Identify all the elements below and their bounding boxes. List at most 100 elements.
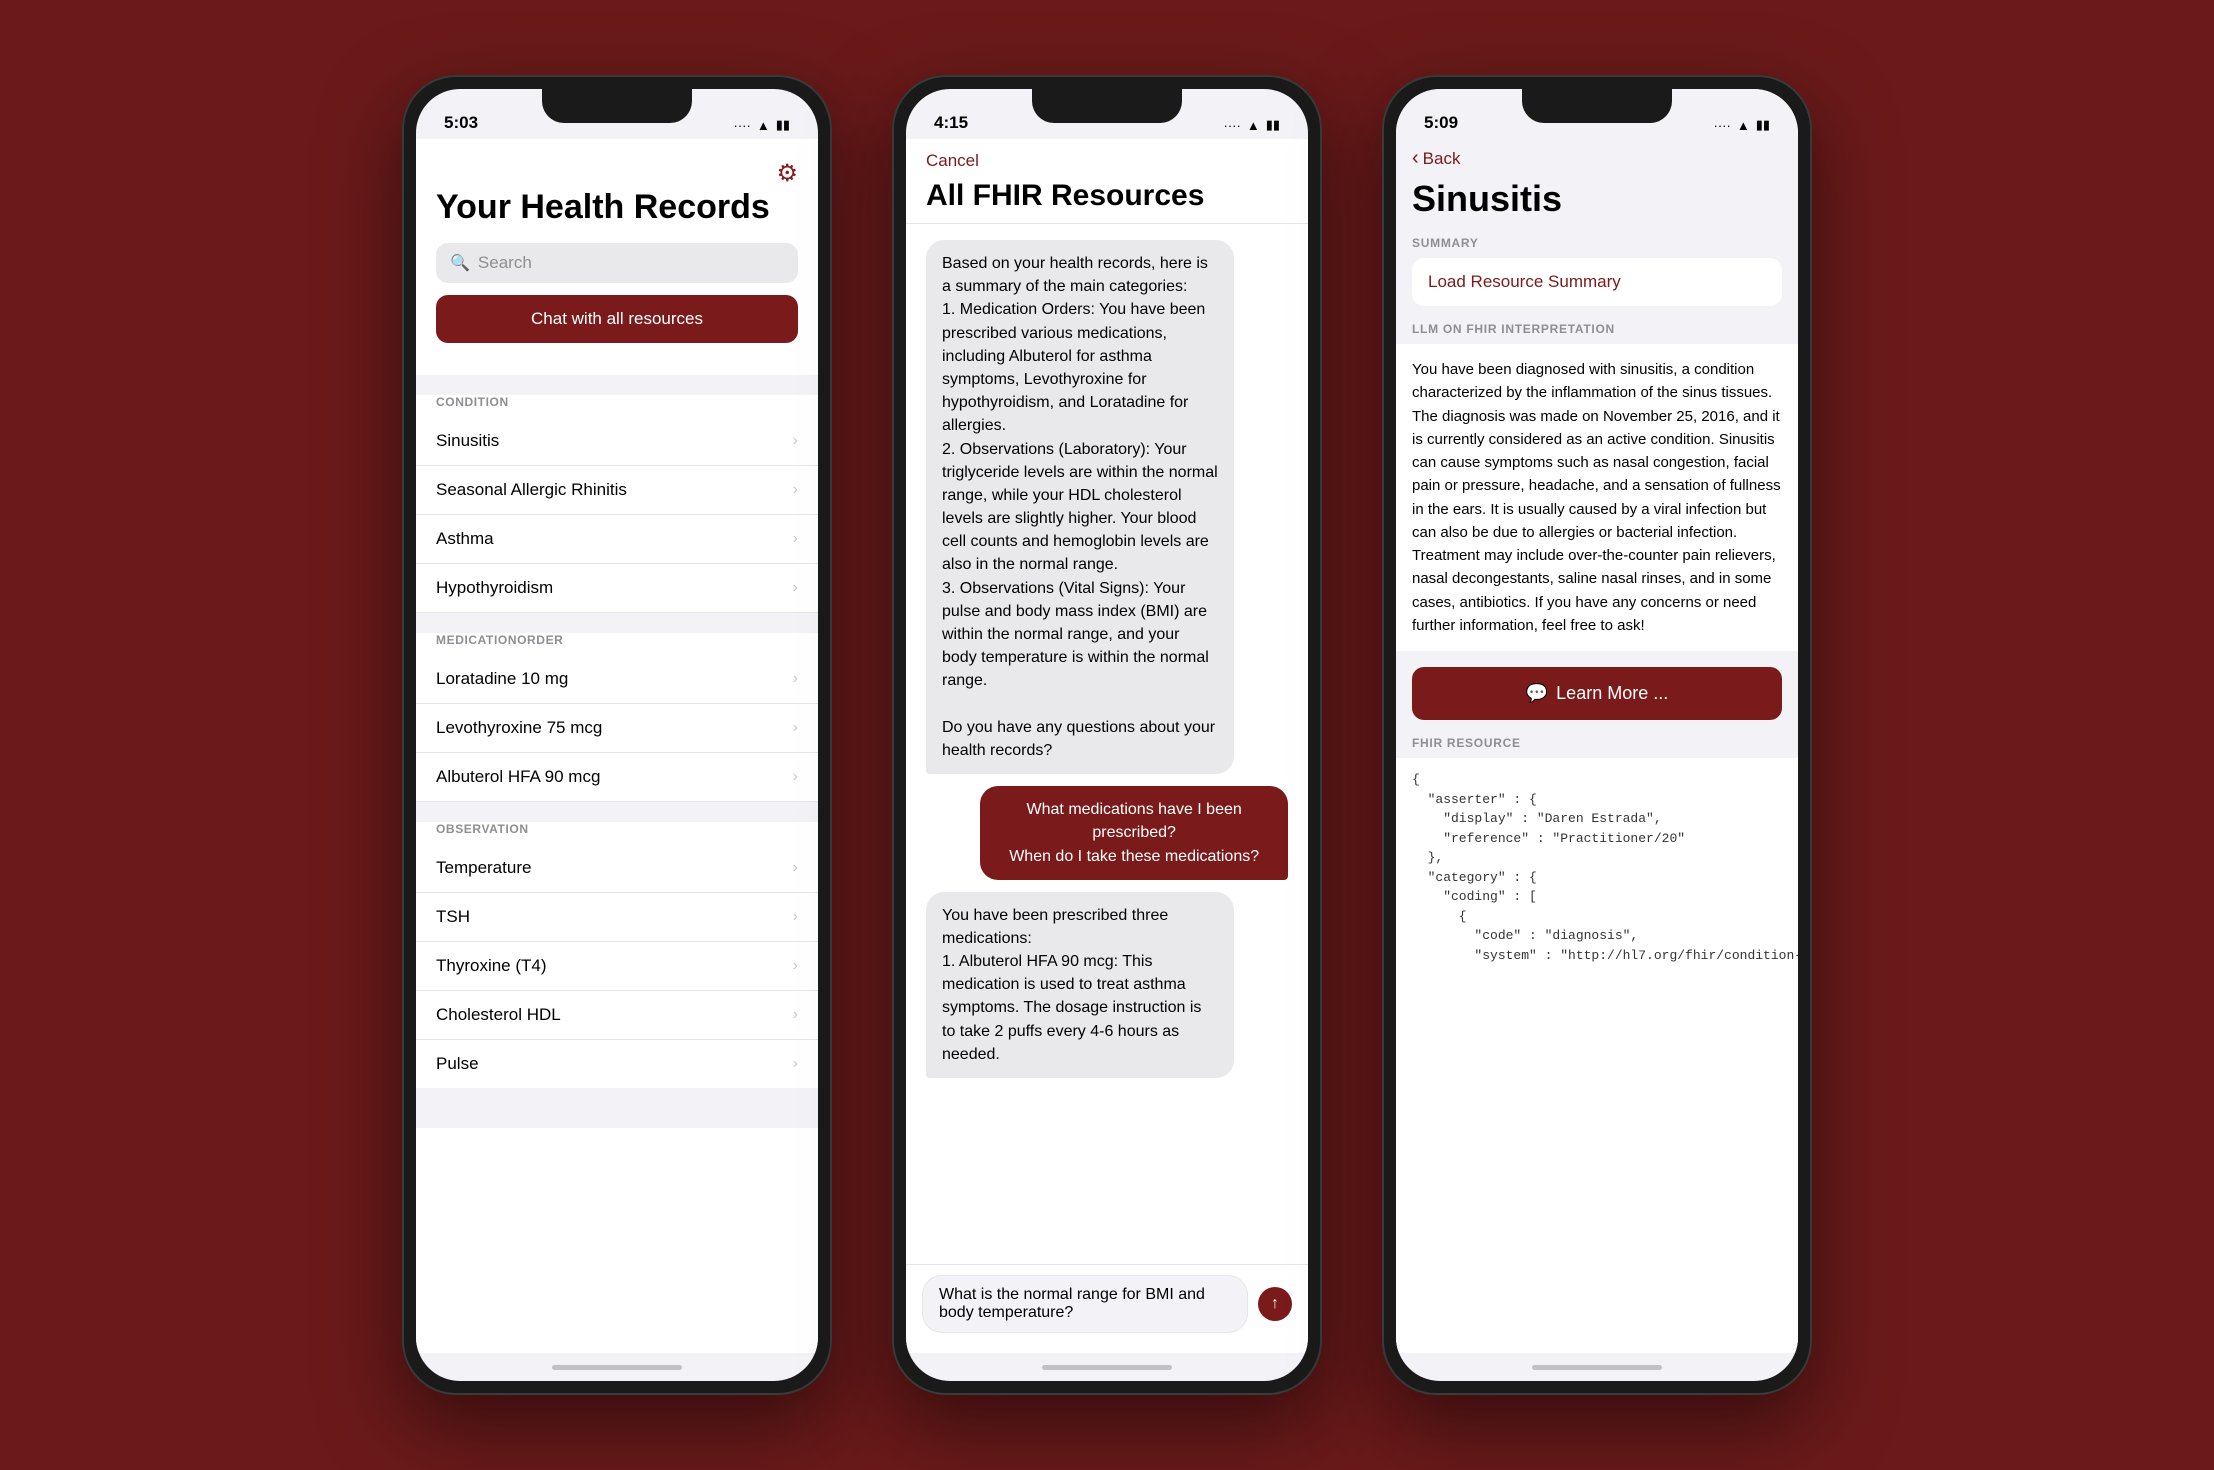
chevron-icon: › — [793, 579, 798, 597]
list-item[interactable]: Thyroxine (T4) › — [416, 942, 818, 991]
chevron-icon: › — [793, 432, 798, 450]
battery-icon: ▮▮ — [1756, 117, 1770, 133]
home-indicator-3 — [1396, 1353, 1798, 1381]
load-resource-button[interactable]: Load Resource Summary — [1428, 272, 1766, 292]
chat-title: All FHIR Resources — [926, 179, 1288, 213]
list-item[interactable]: Loratadine 10 mg › — [416, 655, 818, 704]
summary-section-label: SUMMARY — [1396, 236, 1798, 258]
medication-list: Loratadine 10 mg › Levothyroxine 75 mcg … — [416, 655, 818, 802]
list-item[interactable]: Levothyroxine 75 mcg › — [416, 704, 818, 753]
list-item[interactable]: Temperature › — [416, 844, 818, 893]
chat-icon: 💬 — [1526, 683, 1548, 704]
chevron-icon: › — [793, 768, 798, 786]
cancel-button[interactable]: Cancel — [926, 151, 1288, 171]
home-indicator-2 — [906, 1353, 1308, 1381]
search-icon: 🔍 — [450, 253, 470, 273]
summary-card: Load Resource Summary — [1412, 258, 1782, 306]
spacer — [416, 1088, 818, 1128]
battery-icon: ▮▮ — [776, 117, 790, 133]
status-time-1: 5:03 — [444, 113, 478, 133]
detail-nav: ‹ Back — [1396, 139, 1798, 174]
observation-section-header: OBSERVATION — [416, 822, 818, 844]
chevron-icon: › — [793, 1006, 798, 1024]
chat-messages: Based on your health records, here is a … — [906, 224, 1308, 1264]
chevron-icon: › — [793, 908, 798, 926]
back-arrow-icon: ‹ — [1412, 147, 1419, 170]
notch-2 — [1032, 89, 1182, 123]
back-label: Back — [1423, 149, 1461, 169]
obs-pulse: Pulse — [436, 1054, 479, 1074]
chat-input[interactable]: What is the normal range for BMI and bod… — [922, 1275, 1248, 1333]
status-icons-2: ···· ▲ ▮▮ — [1223, 117, 1280, 133]
ai-message-2: You have been prescribed three medicatio… — [926, 892, 1234, 1078]
obs-temperature: Temperature — [436, 858, 531, 878]
hr-header: ⚙ Your Health Records 🔍 Search Chat with… — [416, 139, 818, 375]
wifi-icon: ▲ — [757, 118, 770, 133]
status-icons-1: ···· ▲ ▮▮ — [733, 117, 790, 133]
signal-icon: ···· — [1223, 118, 1240, 133]
home-indicator-1 — [416, 1353, 818, 1381]
phone-2: 4:15 ···· ▲ ▮▮ Cancel All FHIR Resources… — [892, 75, 1322, 1395]
phone-3: 5:09 ···· ▲ ▮▮ ‹ Back Sinusitis SUMMARY … — [1382, 75, 1812, 1395]
observation-list: Temperature › TSH › Thyroxine (T4) › Cho… — [416, 844, 818, 1088]
list-item[interactable]: Pulse › — [416, 1040, 818, 1088]
chevron-icon: › — [793, 670, 798, 688]
llm-body-text: You have been diagnosed with sinusitis, … — [1412, 358, 1782, 637]
search-bar[interactable]: 🔍 Search — [436, 243, 798, 283]
list-item[interactable]: Cholesterol HDL › — [416, 991, 818, 1040]
list-item[interactable]: Seasonal Allergic Rhinitis › — [416, 466, 818, 515]
back-button[interactable]: ‹ Back — [1412, 147, 1782, 170]
list-item[interactable]: Hypothyroidism › — [416, 564, 818, 613]
signal-icon: ···· — [1713, 118, 1730, 133]
chevron-icon: › — [793, 957, 798, 975]
med-levothyroxine: Levothyroxine 75 mcg — [436, 718, 602, 738]
chevron-icon: › — [793, 481, 798, 499]
medication-section-header: MEDICATIONORDER — [416, 633, 818, 655]
wifi-icon: ▲ — [1247, 118, 1260, 133]
battery-icon: ▮▮ — [1266, 117, 1280, 133]
phone-1: 5:03 ···· ▲ ▮▮ ⚙ Your Health Records 🔍 S… — [402, 75, 832, 1395]
status-time-2: 4:15 — [934, 113, 968, 133]
learn-more-button[interactable]: 💬 Learn More ... — [1412, 667, 1782, 720]
med-loratadine: Loratadine 10 mg — [436, 669, 568, 689]
list-item[interactable]: Asthma › — [416, 515, 818, 564]
spacer — [416, 375, 818, 395]
obs-cholesterol: Cholesterol HDL — [436, 1005, 561, 1025]
detail-screen: ‹ Back Sinusitis SUMMARY Load Resource S… — [1396, 139, 1798, 1353]
spacer — [416, 802, 818, 822]
chevron-icon: › — [793, 530, 798, 548]
chevron-icon: › — [793, 859, 798, 877]
settings-icon[interactable]: ⚙ — [776, 159, 798, 188]
med-albuterol: Albuterol HFA 90 mcg — [436, 767, 600, 787]
health-records-screen: ⚙ Your Health Records 🔍 Search Chat with… — [416, 139, 818, 1353]
chevron-icon: › — [793, 719, 798, 737]
list-item[interactable]: Albuterol HFA 90 mcg › — [416, 753, 818, 802]
spacer — [416, 613, 818, 633]
status-icons-3: ···· ▲ ▮▮ — [1713, 117, 1770, 133]
obs-tsh: TSH — [436, 907, 470, 927]
condition-sinusitis: Sinusitis — [436, 431, 499, 451]
chat-all-resources-button[interactable]: Chat with all resources — [436, 295, 798, 343]
fhir-section-label: FHIR RESOURCE — [1396, 736, 1798, 758]
signal-icon: ···· — [733, 118, 750, 133]
notch-3 — [1522, 89, 1672, 123]
list-item[interactable]: Sinusitis › — [416, 417, 818, 466]
learn-more-label: Learn More ... — [1556, 683, 1668, 704]
search-input[interactable]: Search — [478, 253, 532, 273]
obs-thyroxine: Thyroxine (T4) — [436, 956, 547, 976]
notch-1 — [542, 89, 692, 123]
fhir-code-block: { "asserter" : { "display" : "Daren Estr… — [1396, 758, 1798, 1353]
llm-interpretation-card: You have been diagnosed with sinusitis, … — [1396, 344, 1798, 651]
send-button[interactable]: ↑ — [1258, 1287, 1292, 1321]
user-message-1: What medications have I been prescribed?… — [980, 786, 1288, 880]
llm-section-label: LLM ON FHIR INTERPRETATION — [1396, 322, 1798, 344]
condition-list: Sinusitis › Seasonal Allergic Rhinitis ›… — [416, 417, 818, 613]
condition-section-header: CONDITION — [416, 395, 818, 417]
condition-hypothyroidism: Hypothyroidism — [436, 578, 553, 598]
chat-screen: Cancel All FHIR Resources Based on your … — [906, 139, 1308, 1353]
condition-asthma: Asthma — [436, 529, 494, 549]
list-item[interactable]: TSH › — [416, 893, 818, 942]
status-time-3: 5:09 — [1424, 113, 1458, 133]
page-title: Your Health Records — [436, 188, 798, 227]
condition-rhinitis: Seasonal Allergic Rhinitis — [436, 480, 627, 500]
